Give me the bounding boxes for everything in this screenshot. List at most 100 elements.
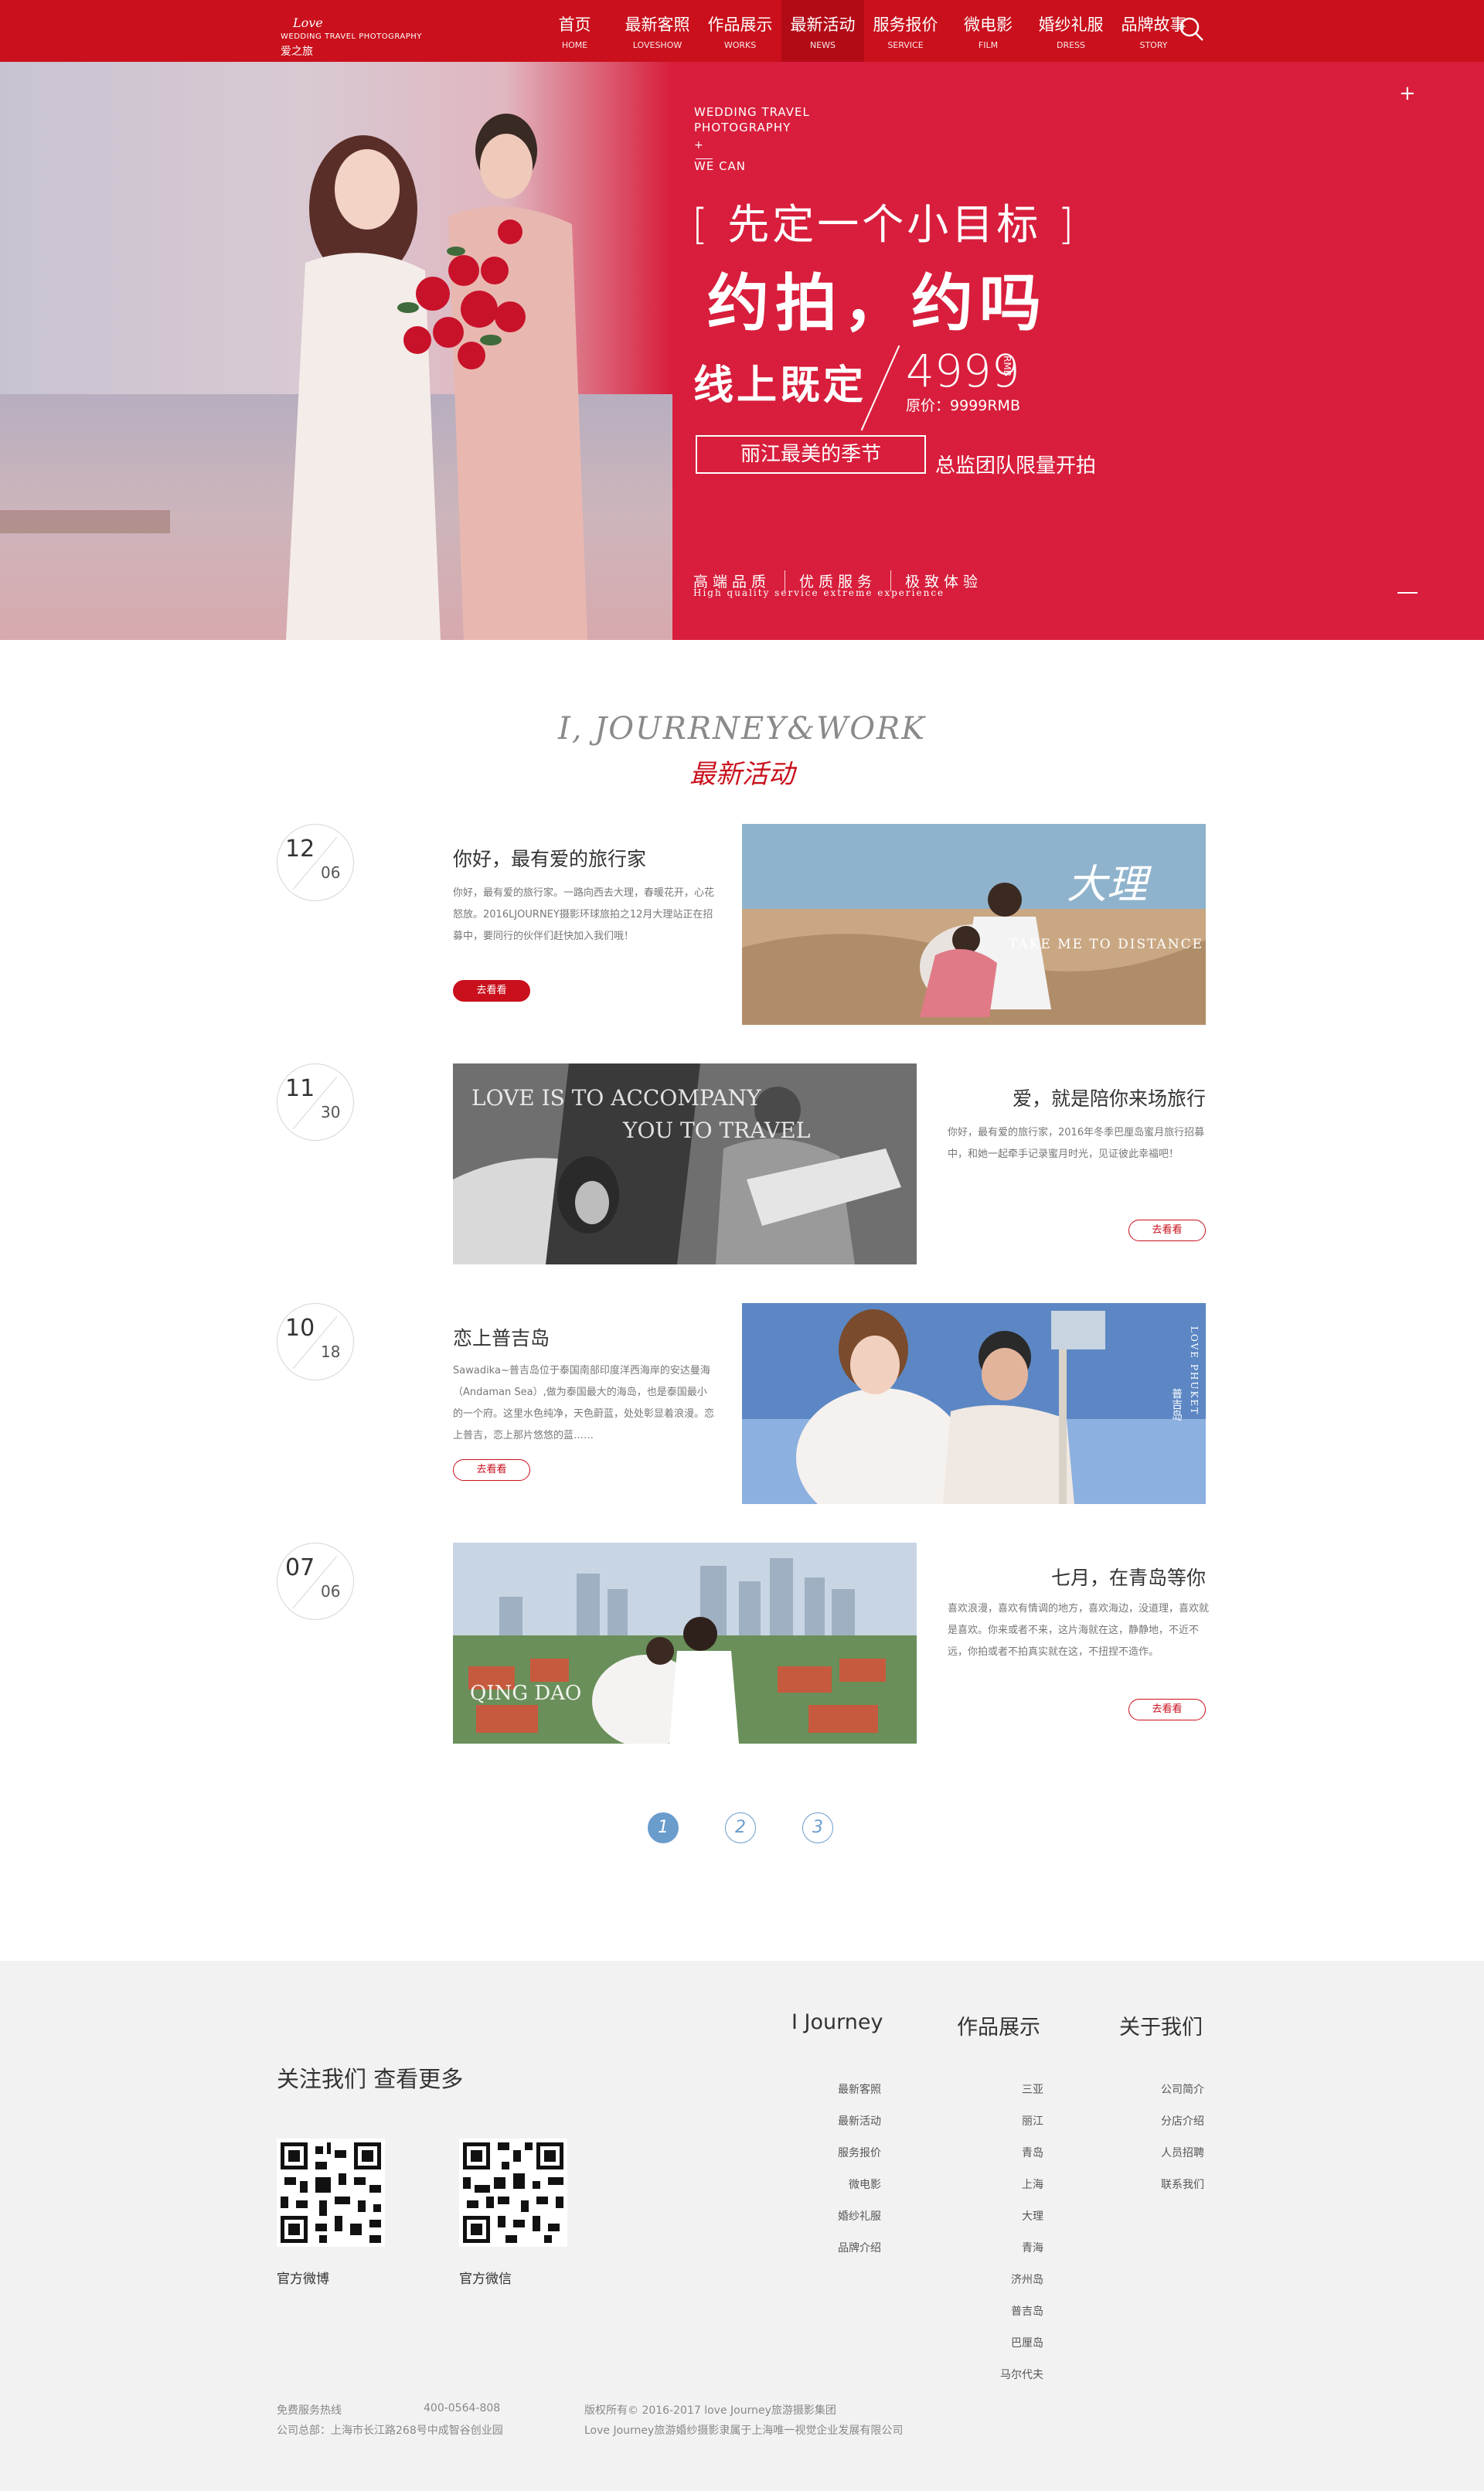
section-title-en: I, JOURRNEY&WORK [557,711,927,747]
footer-link[interactable]: 联系我们 [1161,2176,1204,2192]
banner-photo [0,62,672,640]
nav-label: 微电影 [964,15,1013,34]
news-item: 11 30 LOVE IS TO ACCOMPANY YOU TO TRAVEL… [0,1063,1484,1264]
news-image[interactable]: 大理 TAKE ME TO DISTANCE [742,824,1206,1025]
logo-subtitle: WEDDING TRAVEL PHOTOGRAPHY [281,32,422,41]
view-more-button[interactable]: 去看看 [1128,1220,1206,1241]
hero-banner[interactable]: WEDDING TRAVEL PHOTOGRAPHY + WE CAN + [ … [0,62,1484,640]
page-button-2[interactable]: 2 [725,1812,756,1843]
news-item: 12 06 你好，最有爱的旅行家 你好，最有爱的旅行家。一路向西去大理，春暖花开… [0,824,1484,1025]
footer-link[interactable]: 巴厘岛 [1011,2335,1043,2350]
logo[interactable]: Love WEDDING TRAVEL PHOTOGRAPHY 爱之旅 [274,11,421,58]
footer-link[interactable]: 普吉岛 [1011,2303,1043,2319]
news-image[interactable]: 普吉岛 LOVE PHUKET [742,1303,1206,1504]
footer-link[interactable]: 人员招聘 [1161,2145,1204,2160]
image-caption-title: QING DAO [470,1682,582,1705]
footer-follow-title: 关注我们 查看更多 [277,2066,464,2092]
copyright: 版权所有© 2016-2017 love Journey旅游摄影集团 [584,2404,836,2417]
page-button-1[interactable]: 1 [648,1812,679,1843]
company-address: 公司总部：上海市长江路268号中成智谷创业园 [277,2425,503,2437]
date-day: 30 [321,1103,341,1121]
date-month: 11 [285,1075,315,1102]
view-more-button[interactable]: 去看看 [453,980,530,1002]
pagination: 1 2 3 [648,1812,880,1843]
news-title[interactable]: 你好，最有爱的旅行家 [453,844,731,872]
footer-link[interactable]: 最新客照 [838,2081,881,2097]
date-badge: 07 06 [277,1543,354,1620]
pier [0,510,170,533]
news-title[interactable]: 爱，就是陪你来场旅行 [928,1084,1206,1111]
footer-link[interactable]: 公司简介 [1161,2081,1204,2097]
nav-sublabel: SERVICE [887,40,924,50]
date-month: 10 [285,1315,315,1342]
banner-slide-indicator[interactable] [1397,592,1418,594]
news-image[interactable]: LOVE IS TO ACCOMPANY YOU TO TRAVEL [453,1063,917,1264]
nav-item-service[interactable]: 服务报价 SERVICE [864,0,947,62]
footer-link[interactable]: 服务报价 [838,2145,881,2160]
top-nav: Love WEDDING TRAVEL PHOTOGRAPHY 爱之旅 首页 HO… [0,0,1484,62]
date-month: 07 [285,1554,315,1581]
news-title[interactable]: 恋上普吉岛 [453,1323,731,1351]
section-title-cn: 最新活动 [689,759,795,790]
nav-label: 首页 [558,15,591,34]
hotline-label: 免费服务热线 [277,2404,342,2417]
news-image[interactable]: QING DAO [453,1543,917,1744]
footer-col-title-about: 关于我们 [1119,2016,1203,2040]
nav-label: 婚纱礼服 [1038,15,1104,34]
nav-item-dress[interactable]: 婚纱礼服 DRESS [1030,0,1112,62]
nav-label: 最新活动 [790,15,856,34]
footer-link[interactable]: 济州岛 [1011,2272,1043,2287]
news-title[interactable]: 七月，在青岛等你 [928,1563,1206,1591]
view-more-button[interactable]: 去看看 [1128,1699,1206,1720]
footer-link[interactable]: 最新活动 [838,2113,881,2129]
footer-link[interactable]: 分店介绍 [1161,2113,1204,2129]
page-button-3[interactable]: 3 [802,1812,833,1843]
nav-sublabel: WORKS [723,40,757,50]
date-day: 06 [321,1582,341,1601]
date-badge: 10 18 [277,1303,354,1380]
image-caption-sub: LOVE PHUKET [1189,1326,1200,1416]
nav-item-loveshow[interactable]: 最新客照 LOVESHOW [616,0,699,62]
hotline-number[interactable]: 400-0564-808 [424,2402,500,2414]
news-desc: 你好，最有爱的旅行家。一路向西去大理，春暖花开，心花怒放。2016LJOURNE… [453,887,715,942]
nav-item-home[interactable]: 首页 HOME [533,0,616,62]
nav-item-news[interactable]: 最新活动 NEWS [781,0,864,62]
footer-link[interactable]: 上海 [1022,2176,1043,2192]
date-month: 12 [285,835,315,863]
footer-link[interactable]: 青海 [1022,2240,1043,2255]
date-badge: 12 06 [277,824,354,901]
footer-link[interactable]: 马尔代夫 [1000,2367,1043,2382]
banner-en-line1: WEDDING TRAVEL [694,105,810,119]
search-icon[interactable] [1178,15,1206,43]
nav-item-works[interactable]: 作品展示 WORKS [699,0,781,62]
news-desc: 喜欢浪漫，喜欢有情调的地方，喜欢海边，没道理，喜欢就是喜欢。你来或者不来，这片海… [948,1603,1210,1658]
date-day: 06 [321,863,341,882]
banner-price-unit: RMB [1002,356,1013,376]
banner-plus: + [694,139,704,151]
nav-label: 服务报价 [873,15,938,34]
nav-sublabel: LOVESHOW [632,40,682,50]
corner-plus-icon[interactable]: + [1399,82,1416,105]
banner-headline: 约拍，约吗 [707,267,1047,339]
nav-item-film[interactable]: 微电影 FILM [947,0,1030,62]
banner-slogan: [ 先定一个小目标 ] [692,200,1077,249]
qr-code-weibo [277,2139,385,2247]
footer-link[interactable]: 丽江 [1022,2113,1043,2129]
logo-chinese-name: 爱之旅 [281,46,313,58]
footer-col-title-journey: I Journey [791,2010,883,2034]
view-more-button[interactable]: 去看看 [453,1459,530,1481]
banner-season-tag[interactable]: 丽江最美的季节 [696,435,926,474]
banner-en-line2: PHOTOGRAPHY [694,121,791,134]
footer-link[interactable]: 品牌介绍 [838,2240,881,2255]
footer-link[interactable]: 微电影 [849,2176,881,2192]
date-day: 18 [321,1342,341,1361]
copyright-company: Love Journey旅游婚纱摄影隶属于上海唯一视觉企业发展有限公司 [584,2425,904,2437]
footer-link[interactable]: 青岛 [1022,2145,1043,2160]
banner-original-price: 原价：9999RMB [906,397,1020,414]
footer-link[interactable]: 婚纱礼服 [838,2208,881,2224]
footer-link[interactable]: 三亚 [1022,2081,1043,2097]
news-item: 10 18 恋上普吉岛 Sawadika~普吉岛位于泰国南部印度洋西海岸的安达曼… [0,1303,1484,1504]
qr-label-weibo: 官方微博 [277,2272,329,2287]
image-caption-title: LOVE IS TO ACCOMPANY [471,1085,761,1111]
footer-link[interactable]: 大理 [1022,2208,1043,2224]
